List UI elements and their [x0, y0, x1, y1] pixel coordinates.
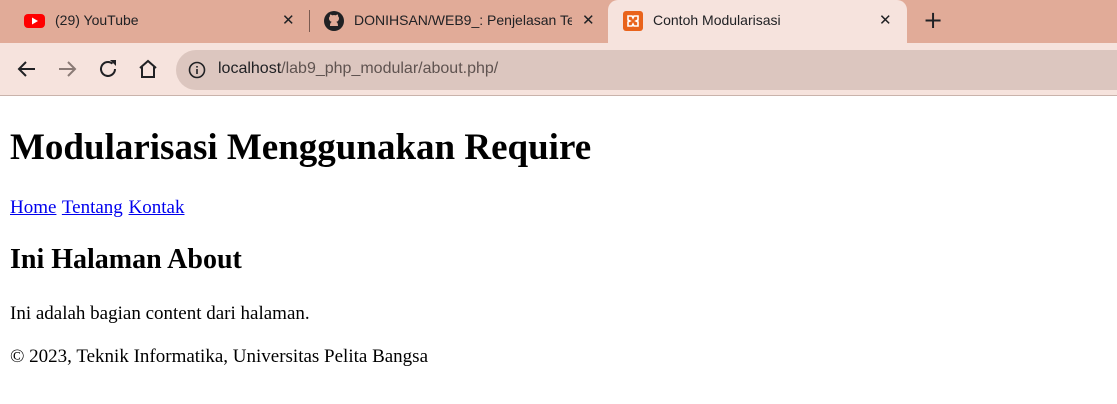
page-footer: © 2023, Teknik Informatika, Universitas … — [10, 346, 429, 367]
back-icon[interactable] — [15, 57, 39, 81]
close-tab-icon[interactable]: ✕ — [879, 11, 892, 29]
url-host: localhost — [218, 60, 282, 77]
github-icon — [324, 11, 344, 36]
info-icon[interactable] — [188, 61, 206, 84]
body-text: Ini adalah bagian content dari halaman. — [10, 303, 310, 324]
nav-link-tentang[interactable]: Tentang — [62, 197, 123, 218]
tab-title: (29) YouTube — [55, 12, 139, 28]
nav-link-home[interactable]: Home — [10, 197, 56, 218]
tab-strip: (29) YouTube ✕ DONIHSAN/WEB9_: Penjelasa… — [0, 0, 1117, 43]
tab-youtube[interactable]: (29) YouTube ✕ — [0, 0, 309, 43]
new-tab-button[interactable]: + — [923, 6, 943, 34]
url-path: /lab9_php_modular/about.php/ — [281, 60, 499, 77]
url-text[interactable]: localhost/lab9_php_modular/about.php/ — [218, 60, 498, 78]
tab-title: DONIHSAN/WEB9_: Penjelasan Tentang — [354, 12, 572, 28]
xampp-icon — [623, 11, 643, 36]
forward-icon[interactable] — [55, 57, 79, 81]
page-title: Modularisasi Menggunakan Require — [10, 127, 592, 168]
youtube-icon — [24, 13, 45, 34]
close-tab-icon[interactable]: ✕ — [582, 11, 595, 29]
reload-icon[interactable] — [96, 57, 120, 81]
tab-github[interactable]: DONIHSAN/WEB9_: Penjelasan Tentang ✕ — [310, 0, 607, 43]
close-tab-icon[interactable]: ✕ — [282, 11, 295, 29]
section-heading: Ini Halaman About — [10, 244, 242, 275]
home-icon[interactable] — [136, 57, 160, 81]
tab-contoh-modularisasi[interactable]: Contoh Modularisasi ✕ — [608, 0, 907, 43]
nav-link-kontak[interactable]: Kontak — [129, 197, 185, 218]
site-nav: Home Tentang Kontak — [10, 197, 185, 219]
tab-title: Contoh Modularisasi — [653, 12, 781, 28]
